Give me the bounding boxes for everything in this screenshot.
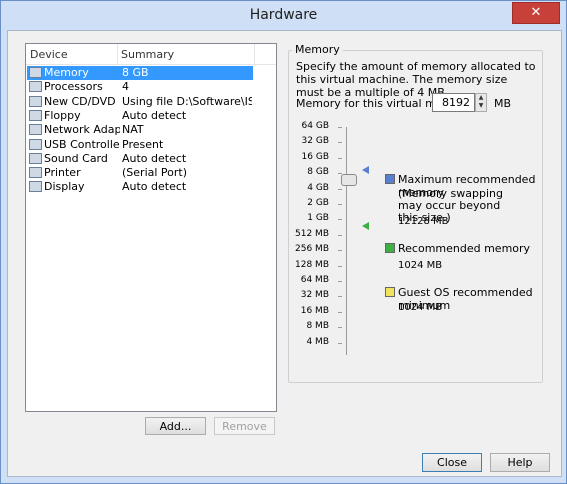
device-name: Memory xyxy=(44,66,89,79)
column-divider[interactable] xyxy=(117,44,118,64)
window-title: Hardware xyxy=(249,7,318,23)
memory-slider-track[interactable] xyxy=(346,127,347,355)
device-summary: 8 GB xyxy=(122,66,149,79)
device-list[interactable]: Device Summary Memory 8 GB Processors 4 New … xyxy=(25,43,277,412)
recommended-marker-icon xyxy=(362,222,369,230)
memory-size-input[interactable]: 8192 xyxy=(432,93,475,112)
scale-label: 8 GB xyxy=(307,167,329,178)
device-name: USB Controller xyxy=(44,137,120,151)
cd-dvd-icon xyxy=(29,95,42,107)
remove-device-button[interactable]: Remove xyxy=(214,417,275,435)
max-recommended-marker-icon xyxy=(362,166,369,174)
scale-tick xyxy=(338,265,342,267)
spin-down-icon[interactable]: ▼ xyxy=(476,102,486,110)
device-row-new-cd-dvd[interactable]: New CD/DVD (...Using file D:\Software\IS… xyxy=(27,95,253,109)
column-header-device[interactable]: Device xyxy=(30,48,68,61)
device-summary: Using file D:\Software\ISO\8... xyxy=(122,94,252,108)
memory-spinner[interactable]: ▲ ▼ xyxy=(475,93,487,112)
device-name: Floppy xyxy=(44,108,81,122)
device-summary: Present xyxy=(122,137,164,151)
device-row-usb-controller[interactable]: USB Controller Present xyxy=(27,138,253,152)
device-name: Sound Card xyxy=(44,151,108,165)
scale-label: 64 GB xyxy=(301,121,329,131)
device-summary: 4 xyxy=(122,80,129,94)
device-row-display[interactable]: Display Auto detect xyxy=(27,180,253,194)
guest-minimum-value: 1024 MB xyxy=(398,302,443,313)
memory-unit-label: MB xyxy=(494,97,512,110)
scale-tick xyxy=(338,250,342,252)
device-name: Network Adapter xyxy=(44,123,120,137)
device-summary: NAT xyxy=(122,123,144,137)
device-summary: Auto detect xyxy=(122,180,187,194)
device-list-header: Device Summary xyxy=(26,44,276,65)
scale-tick xyxy=(338,281,342,282)
spin-up-icon[interactable]: ▲ xyxy=(476,94,486,102)
network-adapter-icon xyxy=(29,124,42,136)
scale-tick xyxy=(338,142,342,144)
sound-card-icon xyxy=(29,152,42,164)
scale-tick xyxy=(338,219,342,221)
recommended-value: 1024 MB xyxy=(398,260,443,271)
scale-label: 128 MB xyxy=(295,259,329,270)
scale-tick xyxy=(338,204,342,205)
device-row-processors[interactable]: Processors 4 xyxy=(27,80,253,94)
floppy-icon xyxy=(29,109,42,121)
device-summary: Auto detect xyxy=(122,108,187,122)
recommended-label: Recommended memory xyxy=(398,242,531,255)
printer-icon xyxy=(29,167,42,179)
device-name: Processors xyxy=(44,80,103,94)
device-summary: Auto detect xyxy=(122,151,187,165)
device-row-printer[interactable]: Printer (Serial Port) xyxy=(27,166,253,180)
scale-tick xyxy=(338,157,342,159)
scale-tick xyxy=(338,342,342,344)
scale-label: 4 MB xyxy=(306,336,329,347)
add-device-button[interactable]: Add... xyxy=(145,417,206,435)
scale-tick xyxy=(338,296,342,298)
scale-tick xyxy=(338,327,342,329)
memory-icon xyxy=(29,67,42,78)
scale-label: 1 GB xyxy=(307,213,329,224)
title-bar[interactable]: Hardware ✕ xyxy=(1,1,566,29)
device-row-floppy[interactable]: Floppy Auto detect xyxy=(27,109,253,123)
guest-minimum-legend-icon xyxy=(385,287,395,297)
dialog-body: Device Summary Memory 8 GB Processors 4 New … xyxy=(7,30,562,477)
device-name: Display xyxy=(44,180,85,194)
device-name: Printer xyxy=(44,166,81,180)
scale-label: 256 MB xyxy=(295,244,329,255)
scale-label: 16 MB xyxy=(300,305,329,316)
close-button[interactable]: Close xyxy=(422,453,482,472)
display-icon xyxy=(29,181,42,193)
scale-tick xyxy=(338,234,342,236)
processor-icon xyxy=(29,81,42,93)
scale-tick xyxy=(338,311,342,313)
scale-label: 2 GB xyxy=(307,198,329,208)
max-recommended-legend-icon xyxy=(385,174,395,184)
memory-group-label: Memory xyxy=(292,43,343,56)
device-summary: (Serial Port) xyxy=(122,166,188,180)
scale-label: 64 MB xyxy=(300,275,329,285)
scale-label: 32 MB xyxy=(300,290,329,301)
usb-icon xyxy=(29,138,42,150)
column-header-summary[interactable]: Summary xyxy=(121,48,174,61)
scale-label: 8 MB xyxy=(306,321,329,332)
device-name: New CD/DVD (... xyxy=(44,94,120,108)
device-row-memory[interactable]: Memory 8 GB xyxy=(27,66,253,80)
scale-tick xyxy=(338,127,342,128)
device-row-sound-card[interactable]: Sound Card Auto detect xyxy=(27,152,253,166)
memory-description: Specify the amount of memory allocated t… xyxy=(296,60,536,99)
device-row-network-adapter[interactable]: Network AdapterNAT xyxy=(27,123,253,137)
scale-label: 32 GB xyxy=(301,136,329,147)
recommended-legend-icon xyxy=(385,243,395,253)
help-button[interactable]: Help xyxy=(490,453,550,472)
scale-label: 512 MB xyxy=(295,228,329,239)
scale-label: 4 GB xyxy=(307,182,329,193)
memory-slider-thumb[interactable] xyxy=(341,174,357,186)
window-close-button[interactable]: ✕ xyxy=(512,2,560,24)
scale-tick xyxy=(338,188,342,190)
column-divider[interactable] xyxy=(254,44,255,64)
hardware-dialog: Hardware ✕ Device Summary Memory 8 GB Proc… xyxy=(0,0,567,484)
max-recommended-value: 12128 MB xyxy=(398,216,449,227)
scale-label: 16 GB xyxy=(301,151,329,162)
